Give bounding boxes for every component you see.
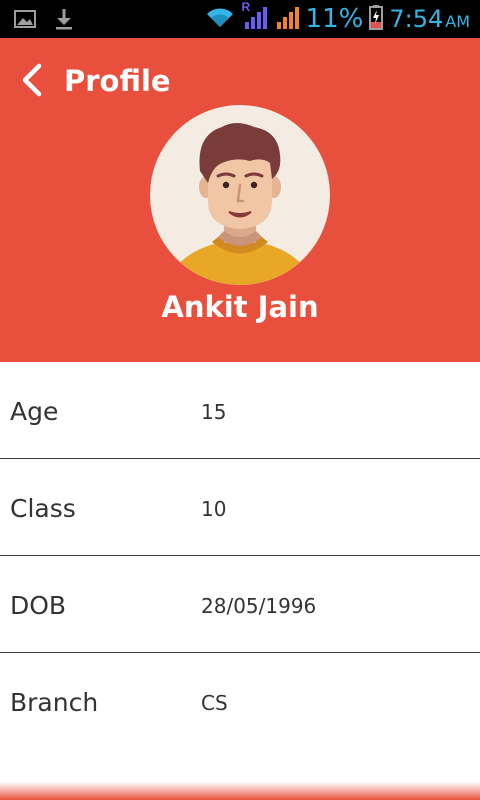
status-bar: R 11% 7:54 AM <box>0 0 480 38</box>
detail-value: CS <box>201 691 228 715</box>
detail-row-branch: Branch CS <box>0 653 480 750</box>
detail-label: Branch <box>10 688 99 717</box>
clock-ampm: AM <box>445 12 470 31</box>
bottom-accent-bar <box>0 782 480 800</box>
detail-row-dob: DOB 28/05/1996 <box>0 556 480 653</box>
battery-charging-icon <box>369 4 384 35</box>
status-bar-system: R 11% 7:54 AM <box>204 0 470 35</box>
detail-value: 28/05/1996 <box>201 594 317 618</box>
clock-time: 7:54 <box>389 5 444 33</box>
battery-percent: 11% <box>305 4 364 34</box>
avatar <box>150 105 330 285</box>
clock: 7:54 AM <box>389 5 470 33</box>
download-icon <box>54 8 74 35</box>
detail-value: 10 <box>201 497 227 521</box>
signal-icon: R <box>242 0 268 35</box>
detail-value: 15 <box>201 400 227 424</box>
user-name: Ankit Jain <box>161 290 319 324</box>
detail-label: Age <box>10 397 59 426</box>
profile-header: Profile Ankit Jain <box>0 38 480 362</box>
signal-icon <box>274 4 300 35</box>
wifi-icon <box>204 5 236 34</box>
detail-row-age: Age 15 <box>0 362 480 459</box>
detail-row-class: Class 10 <box>0 459 480 556</box>
detail-label: Class <box>10 494 76 523</box>
status-bar-notifications <box>14 8 74 35</box>
detail-label: DOB <box>10 591 67 620</box>
profile-details-list: Age 15 Class 10 DOB 28/05/1996 Branch CS <box>0 362 480 750</box>
network-badge: R <box>241 0 251 14</box>
page-title: Profile <box>64 64 171 98</box>
chevron-left-icon <box>20 63 44 102</box>
gallery-icon <box>14 9 36 34</box>
back-button[interactable] <box>16 62 48 102</box>
